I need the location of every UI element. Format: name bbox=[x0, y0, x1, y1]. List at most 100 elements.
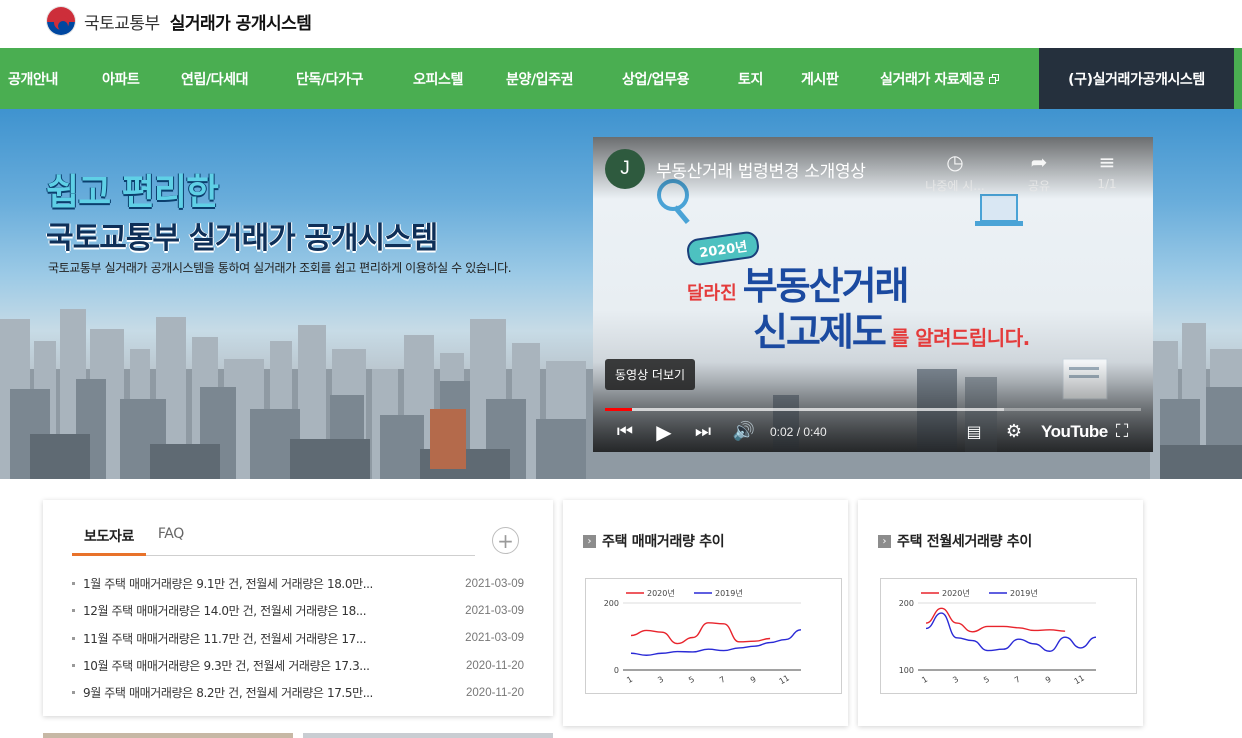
sale-chart-heading: › 주택 매매거래량 추이 bbox=[583, 531, 725, 551]
x-tick-label: 1 bbox=[920, 675, 929, 685]
bullet-icon bbox=[72, 636, 75, 640]
x-tick-label: 5 bbox=[687, 675, 696, 685]
rent-chart[interactable]: 100 200 1 3 5 7 9 11 2020년 2019년 bbox=[880, 578, 1137, 694]
ministry-name: 국토교통부 bbox=[84, 13, 160, 34]
rent-chart-heading: › 주택 전월세거래량 추이 bbox=[878, 531, 1032, 551]
nav-item-data-provision-label: 실거래가 자료제공 bbox=[880, 71, 985, 88]
nav-item-commercial[interactable]: 상업/업무용 bbox=[622, 48, 690, 109]
news-title[interactable]: 11월 주택 매매거래량은 11.7만 건, 전월세 거래량은 17... bbox=[83, 630, 423, 647]
y-tick-label: 0 bbox=[614, 666, 619, 675]
clock-icon: ◷ bbox=[946, 150, 964, 174]
external-link-icon bbox=[989, 73, 1000, 84]
nav-item-land[interactable]: 토지 bbox=[738, 48, 763, 109]
video-title[interactable]: 부동산거래 법령변경 소개영상 bbox=[656, 157, 866, 182]
rent-chart-title: 주택 전월세거래량 추이 bbox=[897, 534, 1032, 550]
news-date: 2021-03-09 bbox=[465, 632, 524, 645]
next-icon[interactable]: ⏭ bbox=[691, 419, 715, 445]
subtitles-icon[interactable]: ▤ bbox=[961, 419, 987, 445]
tab-faq[interactable]: FAQ bbox=[146, 520, 196, 556]
nav-item-guide[interactable]: 공개안내 bbox=[8, 48, 58, 109]
sale-chart[interactable]: 0 200 1 3 5 7 9 11 2020년 2019년 bbox=[585, 578, 842, 694]
news-date: 2021-03-09 bbox=[465, 577, 524, 590]
nav-old-system[interactable]: (구)실거래가공개시스템 bbox=[1039, 48, 1234, 109]
y-tick-label: 200 bbox=[899, 599, 914, 608]
rent-chart-svg: 100 200 1 3 5 7 9 11 2020년 2019년 bbox=[899, 588, 1097, 686]
nav-item-presale[interactable]: 분양/입주권 bbox=[506, 48, 574, 109]
settings-gear-icon[interactable]: ⚙ bbox=[1001, 419, 1027, 445]
top-header: 국토교통부 실거래가 공개시스템 bbox=[0, 0, 1242, 48]
list-item[interactable]: 1월 주택 매매거래량은 9.1만 건, 전월세 거래량은 18.0만... 2… bbox=[72, 570, 524, 597]
hero-banner: 쉽고 편리한 국토교통부 실거래가 공개시스템 국토교통부 실거래가 공개시스템… bbox=[0, 109, 1242, 479]
chevron-right-icon: › bbox=[878, 534, 891, 548]
nav-item-apartment[interactable]: 아파트 bbox=[102, 48, 140, 109]
sale-chart-svg: 0 200 1 3 5 7 9 11 2020년 2019년 bbox=[604, 588, 802, 686]
tab-press-release[interactable]: 보도자료 bbox=[72, 520, 146, 556]
bullet-icon bbox=[72, 609, 75, 613]
youtube-logo[interactable]: YouTube bbox=[1041, 422, 1108, 442]
bullet-icon bbox=[72, 582, 75, 586]
promo-tail: 를 알려드립니다. bbox=[890, 326, 1030, 350]
main-nav: 공개안내 아파트 연립/다세대 단독/다가구 오피스텔 분양/입주권 상업/업무… bbox=[0, 48, 1242, 109]
promo-headline-2: 신고제도 를 알려드립니다. bbox=[753, 301, 1030, 356]
news-list: 1월 주택 매매거래량은 9.1만 건, 전월세 거래량은 18.0만... 2… bbox=[72, 570, 524, 706]
news-title[interactable]: 10월 주택 매매거래량은 9.3만 건, 전월세 거래량은 17.3... bbox=[83, 657, 423, 674]
y-tick-label: 100 bbox=[899, 666, 914, 675]
nav-item-detached[interactable]: 단독/다가구 bbox=[296, 48, 364, 109]
news-tabs: 보도자료 FAQ bbox=[72, 520, 475, 556]
bullet-icon bbox=[72, 664, 75, 668]
more-videos-button[interactable]: 동영상 더보기 bbox=[605, 359, 696, 390]
x-tick-label: 5 bbox=[982, 675, 991, 685]
video-progress-bar[interactable] bbox=[605, 408, 1141, 411]
news-title[interactable]: 9월 주택 매매거래량은 8.2만 건, 전월세 거래량은 17.5만... bbox=[83, 684, 423, 701]
sale-chart-title: 주택 매매거래량 추이 bbox=[602, 534, 725, 550]
press-release-card: 보도자료 FAQ + 1월 주택 매매거래량은 9.1만 건, 전월세 거래량은… bbox=[43, 500, 553, 716]
rent-volume-card: › 주택 전월세거래량 추이 100 200 1 3 5 7 9 11 2020년 2019년 bbox=[858, 500, 1143, 726]
list-item[interactable]: 11월 주택 매매거래량은 11.7만 건, 전월세 거래량은 17... 20… bbox=[72, 625, 524, 652]
watch-later-button[interactable]: ◷ 나중에 시... bbox=[915, 149, 995, 194]
legend-label: 2019년 bbox=[1010, 588, 1038, 598]
chevron-right-icon: › bbox=[583, 534, 596, 548]
next-banner-edge bbox=[303, 733, 553, 738]
x-tick-label: 1 bbox=[625, 675, 634, 685]
nav-item-board[interactable]: 게시판 bbox=[801, 48, 839, 109]
promo-big-2: 신고제도 bbox=[753, 310, 887, 354]
channel-avatar[interactable]: J bbox=[605, 149, 645, 189]
site-logo[interactable]: 국토교통부 실거래가 공개시스템 bbox=[46, 6, 312, 36]
nav-item-data-provision[interactable]: 실거래가 자료제공 bbox=[880, 48, 1000, 109]
series-line bbox=[630, 629, 802, 656]
list-item[interactable]: 10월 주택 매매거래량은 9.3만 건, 전월세 거래량은 17.3... 2… bbox=[72, 652, 524, 679]
list-item[interactable]: 9월 주택 매매거래량은 8.2만 건, 전월세 거래량은 17.5만... 2… bbox=[72, 679, 524, 706]
hero-title-2: 국토교통부 실거래가 공개시스템 bbox=[46, 221, 438, 256]
playlist-button[interactable]: ≡ 1/1 bbox=[1067, 149, 1147, 191]
x-tick-label: 3 bbox=[951, 675, 960, 685]
system-name: 실거래가 공개시스템 bbox=[169, 13, 312, 34]
news-title[interactable]: 12월 주택 매매거래량은 14.0만 건, 전월세 거래량은 18... bbox=[83, 602, 423, 619]
legend-label: 2020년 bbox=[942, 588, 970, 598]
volume-icon[interactable]: 🔊 bbox=[731, 419, 757, 445]
x-tick-label: 11 bbox=[778, 673, 791, 686]
x-tick-label: 7 bbox=[1013, 675, 1022, 685]
nav-item-row-house[interactable]: 연립/다세대 bbox=[181, 48, 249, 109]
nav-item-officetel[interactable]: 오피스텔 bbox=[413, 48, 463, 109]
list-item[interactable]: 12월 주택 매매거래량은 14.0만 건, 전월세 거래량은 18... 20… bbox=[72, 597, 524, 624]
x-tick-label: 3 bbox=[656, 675, 665, 685]
fullscreen-icon[interactable]: ⛶ bbox=[1109, 419, 1135, 445]
playlist-count: 1/1 bbox=[1097, 177, 1117, 191]
bullet-icon bbox=[72, 691, 75, 695]
hero-description: 국토교통부 실거래가 공개시스템을 통하여 실거래가 조회를 쉽고 편리하게 이… bbox=[48, 261, 512, 275]
more-plus-icon[interactable]: + bbox=[492, 527, 519, 554]
taegeuk-logo-icon bbox=[46, 6, 76, 36]
y-tick-label: 200 bbox=[604, 599, 619, 608]
youtube-video-player[interactable]: J 부동산거래 법령변경 소개영상 ◷ 나중에 시... ➦ 공유 ≡ 1/1 … bbox=[593, 137, 1153, 452]
news-title[interactable]: 1월 주택 매매거래량은 9.1만 건, 전월세 거래량은 18.0만... bbox=[83, 575, 423, 592]
legend-label: 2020년 bbox=[647, 588, 675, 598]
promo-changed: 달라진 bbox=[687, 283, 737, 304]
x-tick-label: 7 bbox=[718, 675, 727, 685]
play-icon[interactable]: ▶ bbox=[651, 419, 677, 445]
x-tick-label: 9 bbox=[1044, 675, 1053, 685]
series-line bbox=[630, 622, 771, 645]
news-date: 2020-11-20 bbox=[466, 686, 524, 699]
news-date: 2020-11-20 bbox=[466, 659, 524, 672]
previous-icon[interactable]: ⏮ bbox=[613, 419, 637, 445]
video-played-bar bbox=[605, 408, 632, 411]
